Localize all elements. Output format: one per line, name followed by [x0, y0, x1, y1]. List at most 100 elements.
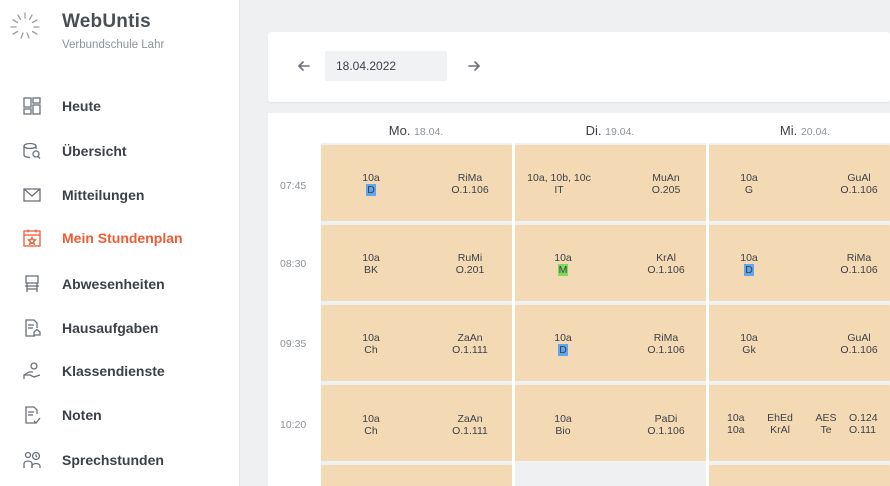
sidebar-item-label: Mein Stundenplan: [62, 230, 183, 246]
day-header-mi: Mi. 20.04.: [710, 123, 890, 138]
chair-icon: [19, 271, 45, 297]
lesson-teacher-room: GuAl O.1.106: [840, 332, 878, 356]
lesson-card[interactable]: 10a, 10b, 10c IT MuAn O.205: [515, 145, 706, 221]
period-time: 08:30: [280, 258, 307, 270]
previous-week-button[interactable]: [292, 54, 316, 78]
day-name: Di.: [585, 123, 602, 138]
lesson-subject: M: [557, 264, 569, 276]
sidebar-item-label: Sprechstunden: [62, 452, 164, 468]
brand-title: WebUntis: [62, 11, 151, 32]
lesson-subject: D: [744, 264, 754, 276]
sidebar-item-uebersicht[interactable]: Übersicht: [0, 129, 240, 173]
day-name: Mi.: [779, 123, 798, 138]
arrow-right-icon: [468, 61, 480, 71]
sidebar-item-label: Mitteilungen: [62, 187, 145, 203]
day-header-mo: Mo. 18.04.: [321, 123, 511, 138]
lesson-card[interactable]: 10a Ch ZaAn O.1.111: [321, 305, 512, 381]
lesson-card[interactable]: [709, 465, 890, 486]
lesson-teacher-room: ZaAn O.1.111: [452, 332, 488, 356]
lesson-class: 10a Ch: [362, 413, 380, 437]
lesson-room: O.124 O.111: [849, 412, 878, 436]
day-date: 20.04.: [800, 126, 831, 138]
sidebar-item-hausaufgaben[interactable]: Hausaufgaben: [0, 306, 240, 350]
period-time: 10:20: [280, 419, 307, 431]
lesson-class: 10a, 10b, 10c IT: [527, 172, 591, 196]
day-name: Mo.: [388, 123, 411, 138]
lesson-class: 10a D: [554, 332, 572, 356]
calendar-icon: [19, 225, 45, 251]
lesson-card[interactable]: 10a G GuAl O.1.106: [709, 145, 890, 221]
lesson-teacher-room: RiMa O.1.106: [840, 252, 878, 276]
sidebar-item-label: Klassendienste: [62, 363, 165, 379]
lesson-class: 10a G: [740, 172, 758, 196]
overview-icon: [19, 138, 45, 164]
lesson-card[interactable]: 10a M KrAl O.1.106: [515, 225, 706, 301]
lesson-teacher-room: RuMi O.201: [455, 252, 485, 276]
school-name: Verbundschule Lahr: [62, 39, 165, 51]
class-duty-icon: [19, 358, 45, 384]
day-date: 18.04.: [414, 126, 444, 138]
day-header-di: Di. 19.04.: [515, 123, 705, 138]
date-input[interactable]: [325, 51, 447, 81]
period-time: 07:45: [280, 180, 307, 192]
lesson-subject: Gk: [742, 344, 756, 356]
lesson-card[interactable]: 10a Gk GuAl O.1.106: [709, 305, 890, 381]
consultation-icon: [19, 447, 45, 473]
lesson-card[interactable]: 10a D RiMa O.1.106: [709, 225, 890, 301]
sidebar-item-label: Heute: [62, 98, 101, 114]
sidebar-item-heute[interactable]: Heute: [0, 84, 240, 128]
arrow-left-icon: [298, 61, 310, 71]
sidebar-item-abwesenheiten[interactable]: Abwesenheiten: [0, 262, 240, 306]
timetable-grid: Mo. 18.04. Di. 19.04. Mi. 20.04. 07:45 0…: [268, 113, 890, 486]
lesson-class: 10a BK: [362, 252, 380, 276]
lesson-card[interactable]: [321, 465, 512, 486]
lesson-subject: IT: [554, 184, 564, 196]
lesson-card[interactable]: 10a BK RuMi O.201: [321, 225, 512, 301]
lesson-class: 10a D: [740, 252, 758, 276]
sidebar-item-label: Übersicht: [62, 143, 127, 159]
lesson-teacher-room: PaDi O.1.106: [647, 413, 685, 437]
lesson-card[interactable]: 10a D RiMa O.1.106: [515, 305, 706, 381]
mail-icon: [19, 182, 45, 208]
lesson-subject: G: [744, 184, 754, 196]
sidebar-item-mein-stundenplan[interactable]: Mein Stundenplan: [0, 216, 240, 260]
sidebar-item-label: Hausaufgaben: [62, 320, 159, 336]
lesson-teacher-room: ZaAn O.1.111: [452, 413, 488, 437]
sidebar-item-sprechstunden[interactable]: Sprechstunden: [0, 438, 240, 482]
lesson-card[interactable]: 10a Bio PaDi O.1.106: [515, 385, 706, 461]
sidebar-item-label: Abwesenheiten: [62, 276, 165, 292]
sidebar-item-noten[interactable]: Noten: [0, 393, 240, 437]
lesson-subject: Bio: [555, 425, 571, 437]
lesson-class: 10a Ch: [362, 332, 380, 356]
sidebar-item-mitteilungen[interactable]: Mitteilungen: [0, 173, 240, 217]
lesson-teacher-room: RiMa O.1.106: [451, 172, 489, 196]
lesson-teacher-room: KrAl O.1.106: [647, 252, 685, 276]
lesson-card[interactable]: 10a Ch ZaAn O.1.111: [321, 385, 512, 461]
lesson-class: 10a D: [362, 172, 380, 196]
lesson-class: 10a 10a: [727, 412, 745, 436]
lesson-subject: AES Te: [815, 412, 837, 436]
date-toolbar: [268, 32, 890, 102]
period-time: 09:35: [280, 338, 307, 350]
grades-icon: [19, 402, 45, 428]
lesson-card-split[interactable]: 10a 10a EhEd KrAl AES Te O.124 O.111: [709, 385, 890, 461]
brand: WebUntis Verbundschule Lahr: [0, 0, 240, 80]
homework-icon: [19, 315, 45, 341]
lesson-teacher: EhEd KrAl: [767, 412, 793, 436]
lesson-subject: D: [558, 344, 568, 356]
lesson-subject: Ch: [364, 344, 378, 356]
day-date: 19.04.: [605, 126, 635, 138]
lesson-subject: Ch: [364, 425, 378, 437]
lesson-class: 10a Bio: [554, 413, 572, 437]
webuntis-logo-icon: [10, 12, 40, 39]
lesson-card[interactable]: 10a D RiMa O.1.106: [321, 145, 512, 221]
sidebar-item-klassendienste[interactable]: Klassendienste: [0, 349, 240, 393]
sidebar: WebUntis Verbundschule Lahr Heute Übersi…: [0, 0, 240, 486]
sidebar-item-label: Noten: [62, 407, 102, 423]
lesson-subject: D: [366, 184, 376, 196]
lesson-class: 10a Gk: [740, 332, 758, 356]
lesson-teacher-room: GuAl O.1.106: [840, 172, 878, 196]
dashboard-icon: [19, 93, 45, 119]
lesson-teacher-room: RiMa O.1.106: [647, 332, 685, 356]
next-week-button[interactable]: [462, 54, 486, 78]
